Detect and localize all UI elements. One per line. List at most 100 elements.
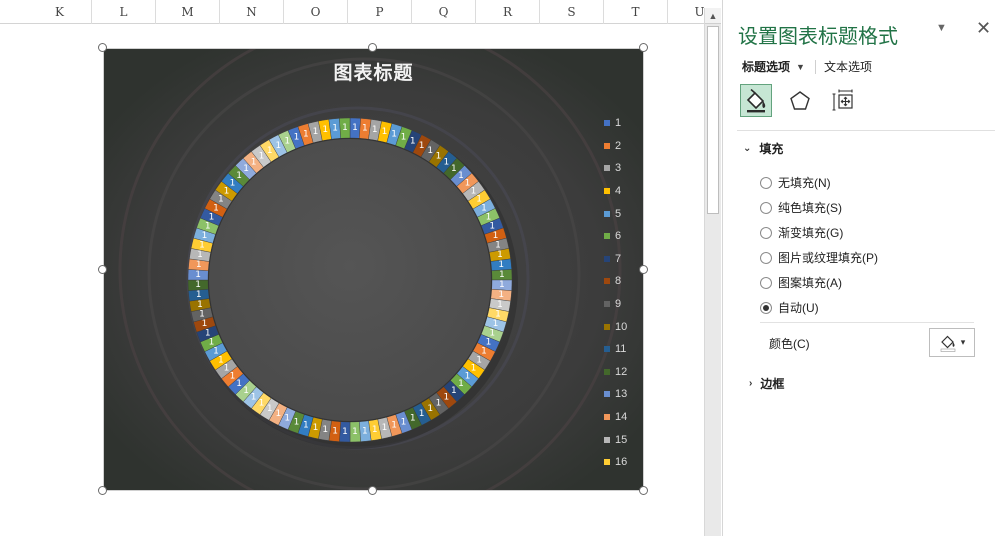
resize-handle-bottom-middle[interactable] — [368, 486, 377, 495]
divider — [737, 130, 995, 131]
border-section-header[interactable]: › 边框 — [749, 375, 784, 392]
tab-text-options[interactable]: 文本选项 — [824, 58, 872, 75]
chart-legend[interactable]: 1 2 3 4 5 6 7 8 9 10 11 12 13 14 15 16 — [604, 112, 644, 474]
size-properties-icon[interactable] — [828, 84, 860, 117]
column-header-l[interactable]: L — [92, 0, 156, 24]
legend-entry[interactable]: 5 — [604, 202, 644, 225]
chart-area[interactable]: 1111111111111111111111111111111111111111… — [103, 48, 644, 491]
legend-swatch — [604, 210, 610, 217]
fill-line-icon[interactable] — [740, 84, 772, 117]
fill-option[interactable]: 自动(U) — [760, 295, 878, 320]
column-header-o[interactable]: O — [284, 0, 348, 24]
column-header-u[interactable]: U — [668, 0, 704, 24]
resize-handle-bottom-left[interactable] — [98, 486, 107, 495]
legend-entry[interactable]: 7 — [604, 248, 644, 271]
resize-handle-top-right[interactable] — [639, 43, 648, 52]
data-label: 1 — [196, 290, 202, 300]
legend-entry[interactable]: 12 — [604, 361, 644, 384]
scrollbar-thumb[interactable] — [707, 26, 719, 214]
vertical-scrollbar[interactable]: ▲ — [704, 8, 721, 536]
chevron-down-icon: ▾ — [960, 337, 966, 347]
column-header-n[interactable]: N — [220, 0, 284, 24]
data-label: 1 — [498, 260, 504, 270]
radio-button[interactable] — [760, 226, 772, 239]
fill-option-label: 渐变填充(G) — [778, 226, 844, 240]
fill-option[interactable]: 无填充(N) — [760, 170, 878, 195]
fill-option[interactable]: 图案填充(A) — [760, 270, 878, 295]
legend-entry[interactable]: 13 — [604, 383, 644, 406]
radio-button[interactable] — [760, 176, 772, 189]
data-label: 1 — [267, 146, 273, 156]
legend-entry[interactable]: 11 — [604, 338, 644, 361]
legend-entry[interactable]: 10 — [604, 315, 644, 338]
legend-entry[interactable]: 6 — [604, 225, 644, 248]
fill-option[interactable]: 图片或纹理填充(P) — [760, 245, 878, 270]
legend-label: 6 — [615, 230, 622, 243]
resize-handle-top-middle[interactable] — [368, 43, 377, 52]
data-label: 1 — [209, 212, 215, 222]
radio-button[interactable] — [760, 201, 772, 214]
column-header-p[interactable]: P — [348, 0, 412, 24]
data-label: 1 — [199, 310, 205, 320]
data-label: 1 — [497, 300, 503, 310]
resize-handle-middle-left[interactable] — [98, 265, 107, 274]
data-label: 1 — [303, 420, 309, 430]
legend-entry[interactable]: 9 — [604, 293, 644, 316]
data-label: 1 — [436, 151, 442, 161]
radio-button[interactable] — [760, 276, 772, 289]
chevron-right-icon: › — [749, 378, 753, 389]
resize-handle-bottom-right[interactable] — [639, 486, 648, 495]
paint-bucket-icon — [940, 335, 956, 352]
data-label: 1 — [313, 423, 319, 433]
fill-option-label: 图片或纹理填充(P) — [778, 251, 878, 265]
fill-option-label: 纯色填充(S) — [778, 201, 842, 215]
pane-options-dropdown-icon[interactable]: ▼ — [936, 22, 947, 34]
legend-swatch — [604, 414, 610, 421]
data-label: 1 — [372, 425, 378, 435]
column-header-m[interactable]: M — [156, 0, 220, 24]
data-label: 1 — [495, 240, 501, 250]
legend-label: 7 — [615, 252, 622, 265]
chart-title[interactable]: 图表标题 — [103, 58, 644, 85]
column-header-s[interactable]: S — [540, 0, 604, 24]
chevron-down-icon[interactable]: ▼ — [796, 62, 805, 72]
effects-pentagon-icon[interactable] — [784, 84, 816, 117]
doughnut-hole — [208, 138, 492, 422]
column-header-q[interactable]: Q — [412, 0, 476, 24]
data-label: 1 — [419, 141, 425, 151]
legend-swatch — [604, 459, 610, 466]
data-label: 1 — [284, 137, 290, 147]
data-label: 1 — [410, 137, 416, 147]
data-label: 1 — [195, 280, 201, 290]
tab-title-options[interactable]: 标题选项 — [742, 58, 796, 75]
column-header-t[interactable]: T — [604, 0, 668, 24]
fill-option[interactable]: 渐变填充(G) — [760, 220, 878, 245]
divider — [760, 322, 974, 323]
column-header-r[interactable]: R — [476, 0, 540, 24]
column-header-k[interactable]: K — [28, 0, 92, 24]
fill-option[interactable]: 纯色填充(S) — [760, 195, 878, 220]
legend-entry[interactable]: 2 — [604, 135, 644, 158]
data-label: 1 — [284, 413, 290, 423]
fill-section-header[interactable]: ⌄ 填充 — [743, 140, 783, 157]
resize-handle-middle-right[interactable] — [639, 265, 648, 274]
legend-entry[interactable]: 16 — [604, 451, 644, 474]
legend-entry[interactable]: 15 — [604, 428, 644, 451]
legend-entry[interactable]: 4 — [604, 180, 644, 203]
data-label: 1 — [275, 409, 281, 419]
legend-label: 2 — [615, 139, 622, 152]
legend-entry[interactable]: 3 — [604, 157, 644, 180]
color-picker-button[interactable]: ▾ — [929, 328, 975, 357]
legend-entry[interactable]: 8 — [604, 270, 644, 293]
resize-handle-top-left[interactable] — [98, 43, 107, 52]
radio-button[interactable] — [760, 301, 772, 314]
close-icon[interactable]: ✕ — [976, 18, 991, 39]
data-label: 1 — [332, 124, 338, 134]
data-label: 1 — [382, 423, 388, 433]
scroll-up-icon[interactable]: ▲ — [705, 8, 721, 24]
data-label: 1 — [205, 329, 211, 339]
border-section-label: 边框 — [760, 377, 785, 391]
legend-entry[interactable]: 14 — [604, 406, 644, 429]
radio-button[interactable] — [760, 251, 772, 264]
legend-entry[interactable]: 1 — [604, 112, 644, 135]
